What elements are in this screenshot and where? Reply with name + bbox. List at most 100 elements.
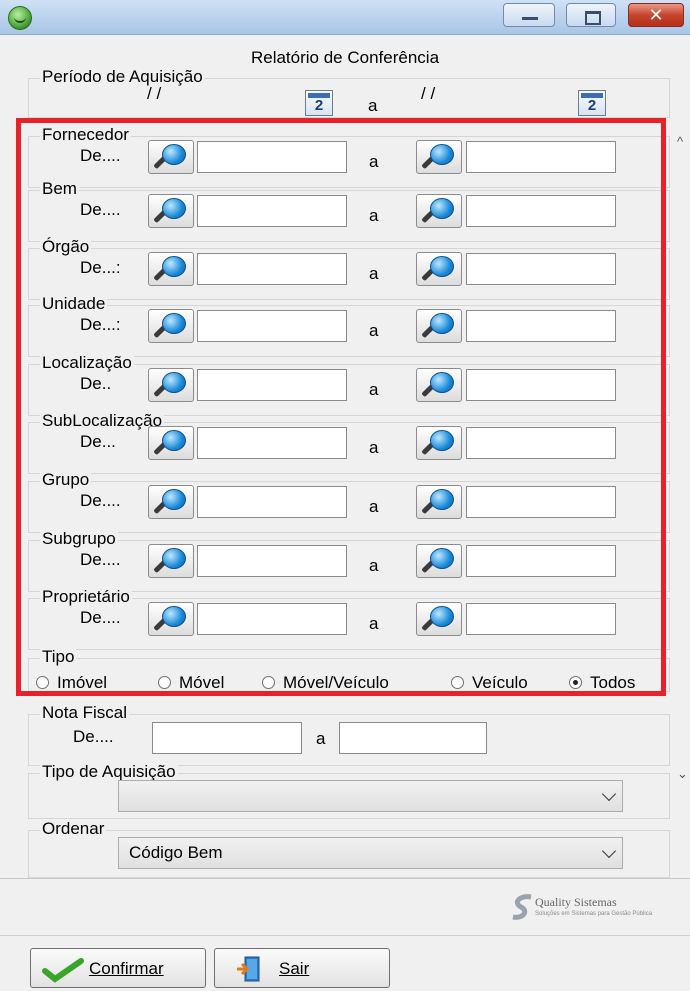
range-from-label: De.. <box>80 374 112 393</box>
range-from-input[interactable] <box>197 545 347 577</box>
app-icon[interactable] <box>8 6 32 30</box>
range-legend: SubLocalização <box>40 411 165 431</box>
range-from-label: De.... <box>80 608 121 627</box>
ordenar-select[interactable]: Código Bem <box>118 837 623 869</box>
window-title-bar[interactable]: ✕ <box>0 0 690 35</box>
range-from-label: De...: <box>80 258 121 277</box>
chevron-down-icon[interactable]: ⌄ <box>677 767 688 780</box>
calendar-icon[interactable]: 2 <box>305 90 333 116</box>
range-from-input[interactable] <box>197 427 347 459</box>
range-separator: a <box>369 264 379 283</box>
lookup-from-button[interactable] <box>148 140 194 174</box>
close-icon: ✕ <box>648 5 664 25</box>
range-legend: Subgrupo <box>40 529 118 549</box>
lookup-to-button[interactable] <box>416 309 462 343</box>
range-legend: Grupo <box>40 470 92 490</box>
close-button[interactable]: ✕ <box>628 3 684 27</box>
tipo-aquisicao-legend: Tipo de Aquisição <box>40 762 178 782</box>
range-legend: Bem <box>40 179 79 199</box>
radio-movel-veiculo[interactable]: Móvel/Veículo <box>262 673 389 693</box>
lookup-from-button[interactable] <box>148 426 194 460</box>
nota-fiscal-from-label: De.... <box>73 727 114 746</box>
range-from-input[interactable] <box>197 310 347 342</box>
lookup-to-button[interactable] <box>416 368 462 402</box>
range-from-label: De.... <box>80 550 121 569</box>
chevron-down-icon <box>601 843 617 859</box>
radio-imovel[interactable]: Imóvel <box>36 673 107 693</box>
exit-button[interactable]: Sair <box>214 948 390 988</box>
nota-fiscal-legend: Nota Fiscal <box>40 703 130 723</box>
lookup-from-button[interactable] <box>148 309 194 343</box>
lookup-from-button[interactable] <box>148 252 194 286</box>
range-to-input[interactable] <box>466 195 616 227</box>
range-from-input[interactable] <box>197 141 347 173</box>
periodo-aquisicao-group: Período de Aquisição <box>28 67 670 118</box>
range-to-input[interactable] <box>466 253 616 285</box>
lookup-to-button[interactable] <box>416 194 462 228</box>
range-separator: a <box>369 380 379 399</box>
nota-fiscal-from-input[interactable] <box>152 722 302 754</box>
radio-icon <box>451 676 464 689</box>
lookup-from-button[interactable] <box>148 368 194 402</box>
range-separator: a <box>369 206 379 225</box>
confirm-button[interactable]: Confirmar <box>30 948 206 988</box>
range-from-input[interactable] <box>197 486 347 518</box>
range-separator: a <box>369 556 379 575</box>
nota-fiscal-separator: a <box>316 729 326 748</box>
range-from-label: De.... <box>80 146 121 165</box>
range-to-input[interactable] <box>466 603 616 635</box>
radio-icon <box>262 676 275 689</box>
periodo-aquisicao-legend: Período de Aquisição <box>40 67 205 87</box>
lookup-from-button[interactable] <box>148 194 194 228</box>
range-separator: a <box>369 321 379 340</box>
range-legend: Órgão <box>40 237 92 257</box>
calendar-icon[interactable]: 2 <box>578 90 606 116</box>
periodo-from-date[interactable]: / / <box>147 84 161 104</box>
radio-icon <box>36 676 49 689</box>
range-to-input[interactable] <box>466 310 616 342</box>
radio-veiculo[interactable]: Veículo <box>451 673 528 693</box>
radio-movel[interactable]: Móvel <box>158 673 224 693</box>
range-from-label: De.... <box>80 491 121 510</box>
range-to-input[interactable] <box>466 486 616 518</box>
lookup-to-button[interactable] <box>416 485 462 519</box>
nota-fiscal-to-input[interactable] <box>339 722 487 754</box>
tipo-legend: Tipo <box>40 647 77 667</box>
tipo-aquisicao-select[interactable] <box>118 780 623 812</box>
checkmark-icon <box>42 958 84 983</box>
range-to-input[interactable] <box>466 141 616 173</box>
maximize-button[interactable] <box>566 3 616 27</box>
lookup-to-button[interactable] <box>416 426 462 460</box>
lookup-to-button[interactable] <box>416 252 462 286</box>
range-separator: a <box>369 438 379 457</box>
range-to-input[interactable] <box>466 369 616 401</box>
periodo-separator: a <box>368 96 378 115</box>
range-to-input[interactable] <box>466 545 616 577</box>
radio-todos[interactable]: Todos <box>569 673 635 693</box>
range-from-input[interactable] <box>197 195 347 227</box>
lookup-to-button[interactable] <box>416 544 462 578</box>
range-from-label: De... <box>80 432 116 451</box>
range-from-label: De.... <box>80 200 121 219</box>
chevron-up-icon[interactable]: ^ <box>677 135 688 148</box>
range-from-input[interactable] <box>197 603 347 635</box>
lookup-from-button[interactable] <box>148 544 194 578</box>
range-legend: Unidade <box>40 294 108 314</box>
lookup-to-button[interactable] <box>416 602 462 636</box>
range-from-input[interactable] <box>197 253 347 285</box>
minimize-button[interactable] <box>503 3 555 27</box>
vertical-scrollbar[interactable]: ^ ⌄ <box>675 118 690 788</box>
range-legend: Proprietário <box>40 587 132 607</box>
periodo-to-date[interactable]: / / <box>421 84 435 104</box>
range-legend: Localização <box>40 353 134 373</box>
radio-selected-icon <box>569 676 582 689</box>
form-title: Relatório de Conferência <box>250 48 440 67</box>
range-legend: Fornecedor <box>40 125 131 145</box>
exit-door-icon <box>237 956 260 982</box>
range-to-input[interactable] <box>466 427 616 459</box>
range-separator: a <box>369 152 379 171</box>
lookup-from-button[interactable] <box>148 602 194 636</box>
lookup-from-button[interactable] <box>148 485 194 519</box>
range-from-input[interactable] <box>197 369 347 401</box>
lookup-to-button[interactable] <box>416 140 462 174</box>
